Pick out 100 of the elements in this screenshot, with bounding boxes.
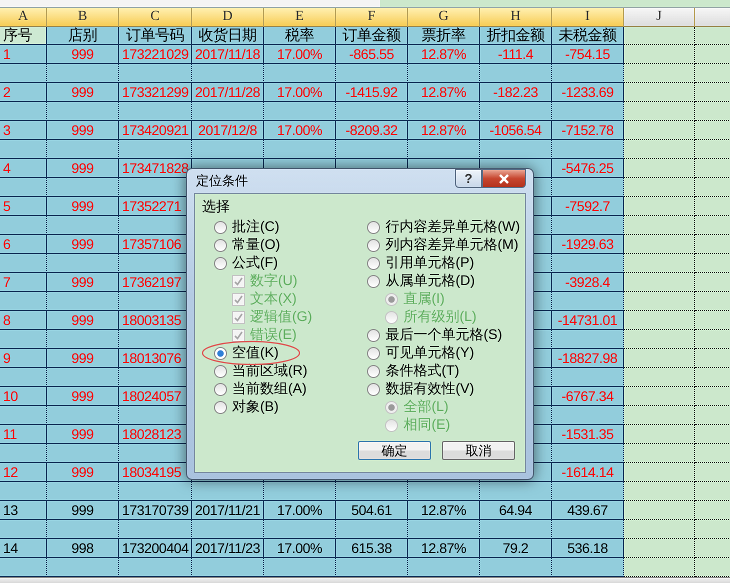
table-cell: 12.87% [408,121,480,140]
radio-option[interactable]: 批注(C) [214,218,280,236]
table-cell: 3 [0,121,47,140]
help-button[interactable]: ? [455,169,482,188]
dialog-button[interactable]: 确定 [358,441,431,460]
table-cell [624,159,695,178]
column-header: 订单金额 [336,27,408,45]
table-cell: 2017/11/28 [192,83,264,102]
table-cell: 173471828 [119,159,192,178]
table-cell: 17.00% [264,83,336,102]
table-cell: -8209.32 [336,121,408,140]
table-cell: 5 [0,197,47,216]
table-cell: 2017/11/18 [192,45,264,64]
table-cell: 4 [0,159,47,178]
radio-option[interactable]: 行内容差异单元格(W) [367,218,520,236]
table-cell: 536.18 [552,539,624,558]
table-cell: 999 [47,121,119,140]
sheet-tab-bar[interactable] [0,577,730,583]
table-cell: 615.38 [336,539,408,558]
column-letter[interactable]: E [264,8,336,27]
radio-option[interactable]: 列内容差异单元格(M) [367,236,518,254]
table-cell: -865.55 [336,45,408,64]
column-letter[interactable]: D [192,8,264,27]
table-cell: 12.87% [408,539,480,558]
radio-option[interactable]: 对象(B) [214,398,279,416]
table-cell [624,121,695,140]
table-cell: 999 [47,83,119,102]
table-cell: 17.00% [264,121,336,140]
column-header: 票折率 [408,27,480,45]
column-letter[interactable]: J [624,8,695,27]
column-letter[interactable]: I [552,8,624,27]
table-cell: 999 [47,463,119,482]
table-cell [624,311,695,330]
table-cell: -5476.25 [552,159,624,178]
table-cell: 11 [0,425,47,444]
radio-option[interactable]: 常量(O) [214,236,280,254]
radio-button[interactable] [367,382,380,396]
table-cell: 173221029 [119,45,192,64]
group-label: 选择 [201,198,231,216]
column-letter[interactable]: A [0,8,47,27]
column-letter[interactable]: F [336,8,408,27]
radio-option[interactable]: 从属单元格(D) [367,272,475,290]
radio-button[interactable] [367,364,380,378]
radio-button[interactable] [367,220,380,234]
radio-option[interactable]: 当前数组(A) [214,380,307,398]
table-cell: 999 [47,273,119,292]
radio-button[interactable] [214,400,227,414]
column-letter[interactable]: H [480,8,552,27]
table-cell: -3928.4 [552,273,624,292]
table-cell: 10 [0,387,47,406]
dialog-button[interactable]: 取消 [442,441,515,460]
column-header: 订单号码 [119,27,192,45]
table-cell [624,83,695,102]
table-cell: -111.4 [480,45,552,64]
column-header: 折扣金额 [480,27,552,45]
table-cell: 173321299 [119,83,192,102]
radio-button[interactable] [214,364,227,378]
table-cell [624,501,695,520]
radio-button[interactable] [214,256,227,270]
radio-button[interactable] [367,238,380,252]
table-cell: 1 [0,45,47,64]
table-cell [624,463,695,482]
table-cell: 12.87% [408,501,480,520]
table-cell: 9 [0,349,47,368]
table-cell: 17.00% [264,45,336,64]
table-cell: 2017/11/23 [192,539,264,558]
column-letter[interactable]: B [47,8,119,27]
table-cell: 2017/11/21 [192,501,264,520]
radio-button[interactable] [367,256,380,270]
radio-option[interactable]: 引用单元格(P) [367,254,474,272]
radio-button[interactable] [367,274,380,288]
table-cell: 14 [0,539,47,558]
radio-button[interactable] [214,220,227,234]
radio-option[interactable]: 可见单元格(Y) [367,344,474,362]
table-cell: -1415.92 [336,83,408,102]
table-cell: -7152.78 [552,121,624,140]
radio-option[interactable]: 公式(F) [214,254,278,272]
table-cell: 173200404 [119,539,192,558]
column-letter[interactable] [695,8,730,27]
table-cell: 17.00% [264,501,336,520]
radio-button[interactable] [214,238,227,252]
radio-button[interactable] [367,328,380,342]
radio-button[interactable] [214,382,227,396]
close-button[interactable] [482,169,526,188]
table-cell [624,235,695,254]
radio-button[interactable] [367,346,380,360]
radio-option[interactable]: 数据有效性(V) [367,380,474,398]
column-header: 店别 [47,27,119,45]
radio-option[interactable]: 最后一个单元格(S) [367,326,502,344]
table-cell: 999 [47,159,119,178]
table-cell [624,45,695,64]
table-cell [624,197,695,216]
table-cell: 999 [47,349,119,368]
table-cell: 12.87% [408,45,480,64]
radio-option[interactable]: 条件格式(T) [367,362,460,380]
table-cell: 999 [47,235,119,254]
column-letter[interactable]: G [408,8,480,27]
radio-button[interactable] [214,346,227,360]
column-letter[interactable]: C [119,8,192,27]
dialog-title: 定位条件 [195,172,249,190]
